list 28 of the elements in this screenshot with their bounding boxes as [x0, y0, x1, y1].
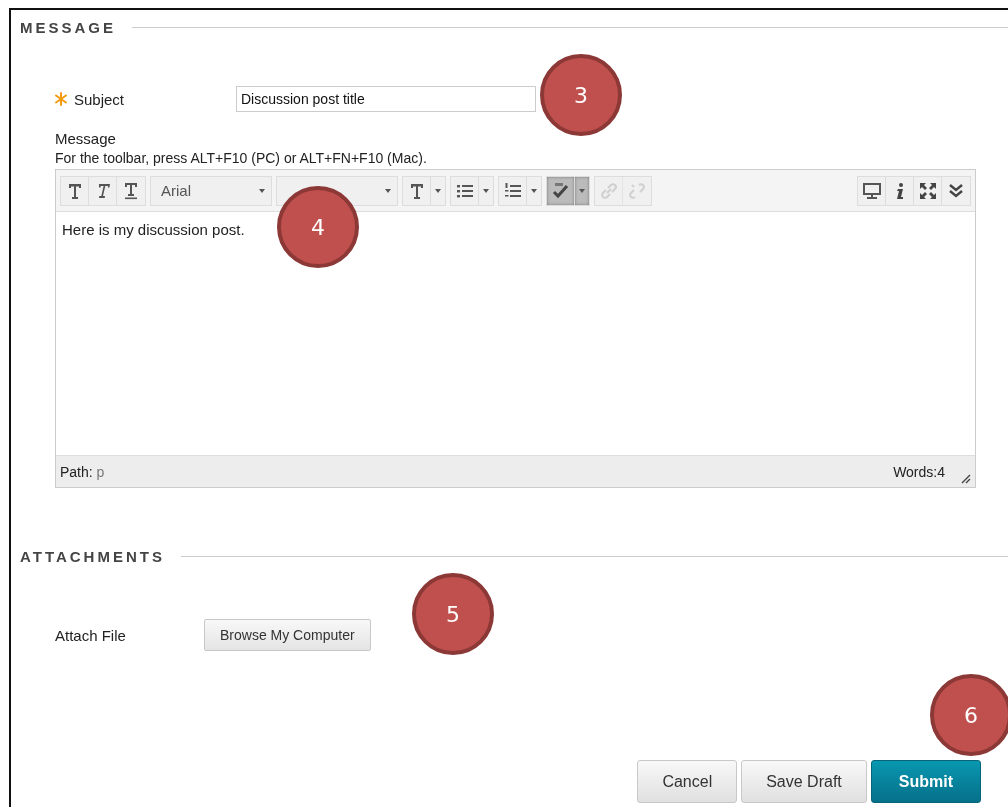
field-label: Attach File	[54, 626, 127, 644]
browse-button[interactable]: Browse My Computer	[204, 619, 371, 651]
section-title: ATTACHMENTS	[20, 547, 165, 565]
submit-button[interactable]: Submit	[870, 760, 981, 803]
info-icon	[895, 182, 904, 199]
spellcheck-button[interactable]	[547, 176, 575, 205]
monitor-icon	[861, 180, 882, 201]
resize-handle-icon[interactable]	[959, 472, 971, 484]
step-badge: 6	[930, 674, 1008, 756]
subject-field[interactable]: Discussion post title	[236, 86, 536, 112]
link-icon	[598, 180, 619, 201]
step-badge: 5	[412, 573, 494, 655]
expand-icon	[917, 180, 938, 201]
editor-text: Here is my discussion post.	[62, 221, 245, 238]
action-button[interactable]: Cancel	[637, 760, 738, 803]
section-title: MESSAGE	[20, 18, 116, 36]
checkmark-icon	[550, 180, 571, 201]
field-label: Subject	[74, 90, 125, 108]
path-text: Path: p	[60, 463, 105, 480]
word-count: Words:4	[893, 463, 945, 480]
hint-text: For the toolbar, press ALT+F10 (PC) or ALT+FN+F10 (Mac).	[55, 150, 428, 166]
field-label: Message	[55, 130, 117, 147]
dropdown-arrow-button[interactable]	[575, 176, 589, 205]
font-dropdown[interactable]: Arial	[151, 176, 271, 205]
step-badge: 4	[277, 186, 359, 268]
action-button[interactable]: Save Draft	[741, 760, 867, 803]
broken-link-icon	[627, 180, 647, 201]
step-badge: 3	[540, 54, 622, 136]
